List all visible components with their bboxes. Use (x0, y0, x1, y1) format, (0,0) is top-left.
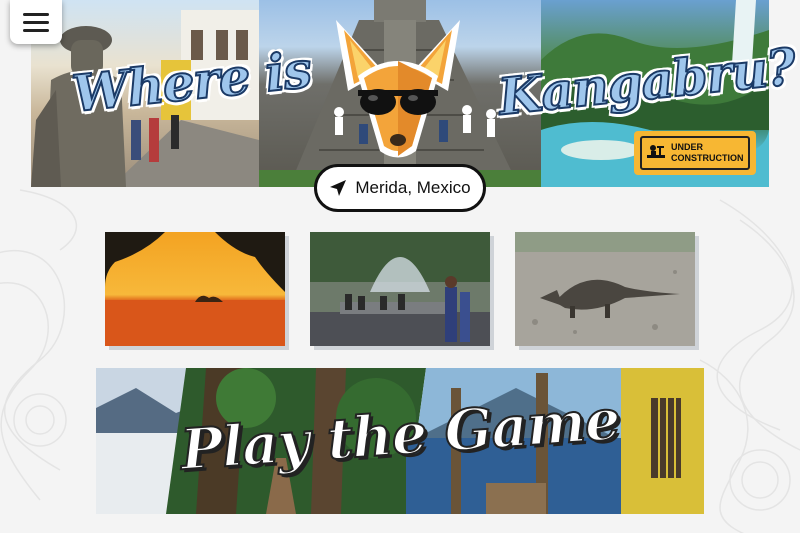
play-the-game-banner[interactable]: Play the Game (96, 368, 704, 514)
hamburger-line (23, 28, 49, 32)
badge-line-2: Construction (671, 153, 744, 163)
location-button[interactable]: Merida, Mexico (314, 164, 486, 212)
gallery-photo-armadillo[interactable] (515, 232, 695, 346)
gallery-photo-fountain[interactable] (310, 232, 490, 346)
gallery-photo-sunset[interactable] (105, 232, 285, 346)
hamburger-line (23, 12, 49, 16)
under-construction-badge: Under Construction (634, 131, 756, 175)
location-label: Merida, Mexico (355, 178, 471, 197)
menu-button[interactable] (10, 0, 62, 44)
badge-line-1: Under (671, 142, 704, 152)
location-arrow-icon (330, 180, 347, 196)
hamburger-line (23, 20, 49, 24)
construction-worker-icon (647, 145, 665, 158)
kangabru-mascot-logo[interactable] (328, 16, 468, 166)
